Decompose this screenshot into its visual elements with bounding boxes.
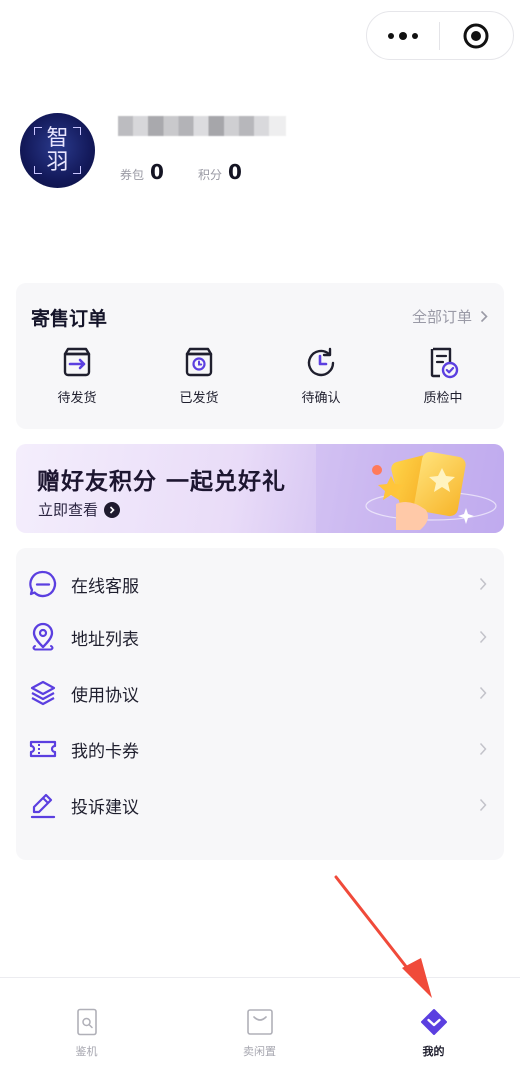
arrow-circle-icon	[104, 501, 121, 518]
profile-stats: 券包 0 积分 0	[120, 160, 242, 184]
diamond-icon	[420, 1009, 447, 1035]
order-label: 已发货	[179, 391, 219, 406]
box-arrow-icon	[63, 347, 91, 377]
menu-item-my-coupons[interactable]: 我的卡券	[16, 729, 504, 769]
more-dots-icon[interactable]	[367, 12, 439, 59]
order-label: 待发货	[57, 391, 97, 406]
avatar-char-2: 羽	[46, 149, 69, 175]
chat-icon	[29, 570, 57, 598]
target-icon[interactable]	[440, 12, 514, 59]
avatar-char-1: 智	[46, 125, 69, 151]
menu-item-feedback[interactable]: 投诉建议	[16, 785, 504, 825]
gift-points-banner[interactable]: 赠好友积分 一起兑好礼 立即查看	[16, 444, 504, 533]
settings-menu-card: 在线客服 地址列表 使用协议 我的卡券 投诉建议	[16, 548, 504, 860]
chevron-right-icon	[479, 742, 487, 756]
location-icon	[32, 622, 54, 651]
chevron-right-icon	[479, 798, 487, 812]
menu-label: 地址列表	[71, 629, 139, 650]
bottom-tab-bar: 鉴机 卖闲置 我的	[0, 977, 520, 1068]
order-label: 质检中	[423, 391, 463, 406]
box-clock-icon	[185, 347, 213, 377]
phone-search-icon	[76, 1008, 97, 1036]
consign-orders-card: 寄售订单 全部订单 待发货 已发货 待确认 质检中	[16, 283, 504, 429]
ticket-icon	[29, 740, 57, 758]
clock-refresh-icon	[307, 347, 335, 377]
menu-label: 我的卡券	[71, 741, 139, 762]
tab-label: 卖闲置	[243, 1045, 276, 1058]
order-status-shipped[interactable]: 已发货	[138, 345, 260, 406]
menu-item-address-list[interactable]: 地址列表	[16, 617, 504, 657]
tab-mine[interactable]: 我的	[347, 978, 520, 1068]
mini-program-capsule	[366, 11, 514, 60]
tab-sell-idle[interactable]: 卖闲置	[173, 978, 346, 1068]
points-label: 积分	[197, 168, 222, 182]
avatar-text: 智 羽	[43, 125, 73, 175]
orders-title: 寄售订单	[31, 308, 108, 330]
tab-label: 我的	[422, 1045, 445, 1058]
order-status-inspecting[interactable]: 质检中	[382, 345, 504, 406]
chevron-right-icon	[479, 630, 487, 644]
banner-subtitle: 立即查看	[38, 501, 99, 519]
banner-cta[interactable]: 立即查看	[38, 499, 121, 520]
menu-label: 在线客服	[71, 576, 139, 597]
menu-item-user-agreement[interactable]: 使用协议	[16, 673, 504, 713]
tab-label: 鉴机	[75, 1045, 98, 1058]
points-value: 0	[227, 160, 242, 184]
tab-inspect[interactable]: 鉴机	[0, 978, 173, 1068]
coupon-stat[interactable]: 券包 0	[120, 160, 164, 184]
all-orders-link[interactable]: 全部订单	[412, 306, 488, 327]
chevron-right-icon	[479, 577, 487, 591]
menu-label: 投诉建议	[71, 797, 139, 818]
chevron-right-icon	[479, 686, 487, 700]
all-orders-label: 全部订单	[411, 308, 472, 326]
banner-title: 赠好友积分 一起兑好礼	[37, 469, 287, 495]
username-redacted	[118, 116, 286, 136]
avatar[interactable]: 智 羽	[20, 113, 95, 188]
coupon-label: 券包	[120, 168, 145, 182]
order-status-to-confirm[interactable]: 待确认	[260, 345, 382, 406]
order-status-pending-ship[interactable]: 待发货	[16, 345, 138, 406]
document-check-icon	[430, 347, 459, 379]
menu-label: 使用协议	[71, 685, 139, 706]
points-stat[interactable]: 积分 0	[198, 160, 242, 184]
chevron-right-icon	[480, 310, 488, 323]
order-label: 待确认	[301, 391, 341, 406]
menu-item-customer-service[interactable]: 在线客服	[16, 564, 504, 604]
bag-icon	[246, 1009, 273, 1035]
coupon-value: 0	[150, 160, 164, 184]
layers-icon	[30, 680, 56, 706]
pencil-icon	[30, 793, 56, 819]
